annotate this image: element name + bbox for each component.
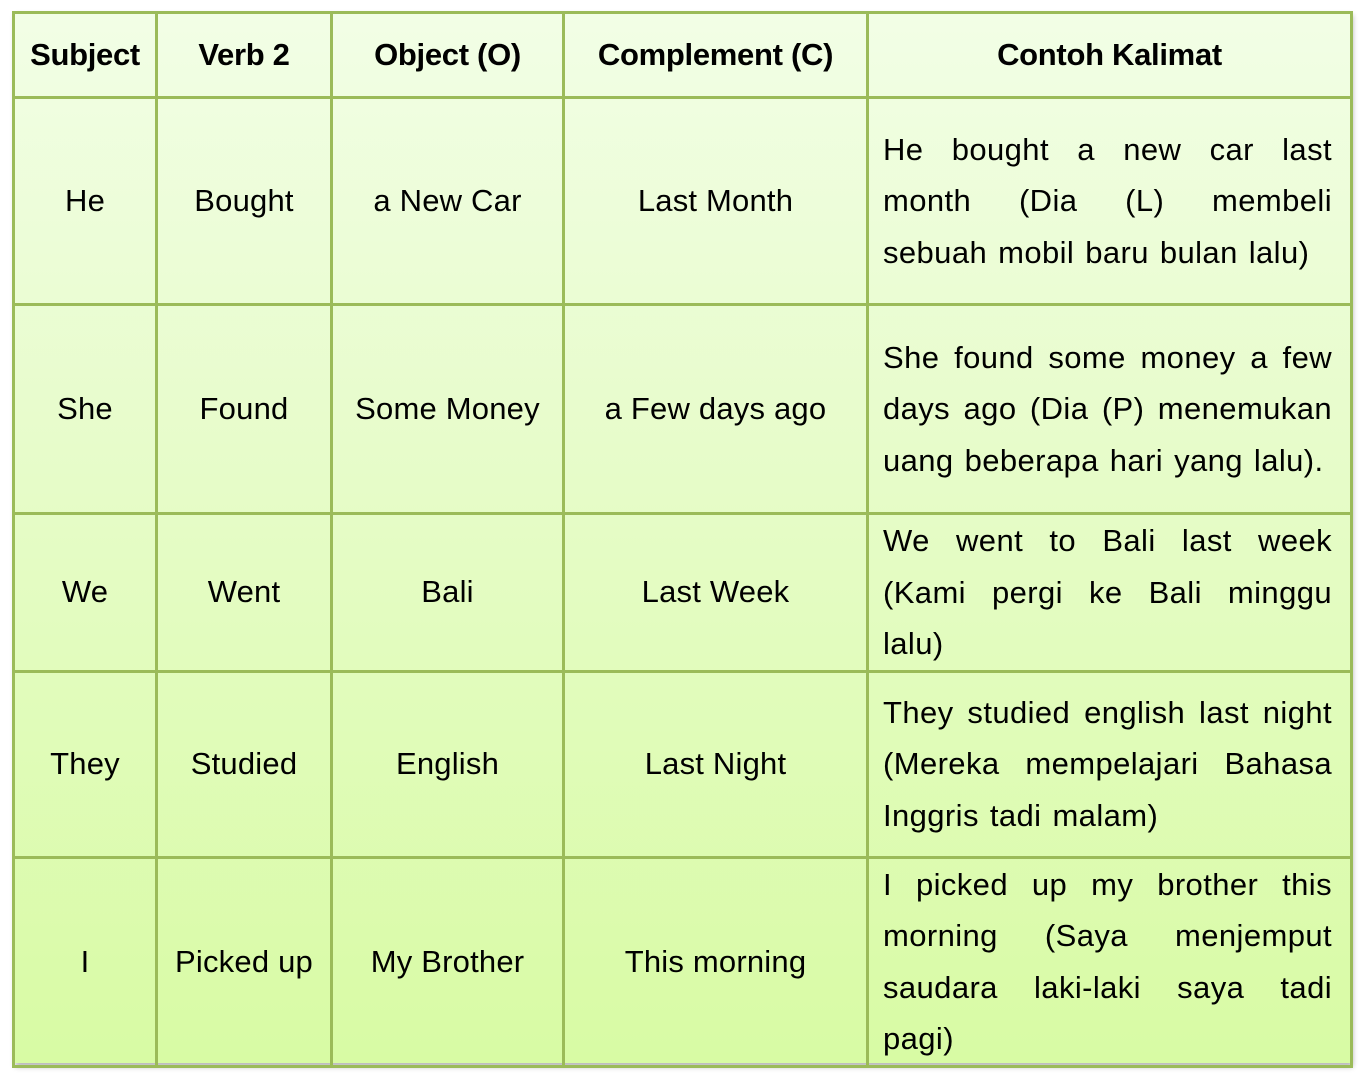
cell-verb: Found — [155, 303, 333, 515]
cell-subject: I — [12, 855, 158, 1068]
cell-object: a New Car — [330, 96, 565, 306]
header-subject: Subject — [12, 11, 158, 99]
header-object: Object (O) — [330, 11, 565, 99]
cell-subject: They — [12, 669, 158, 859]
cell-complement: Last Week — [562, 512, 869, 673]
cell-complement: This morning — [562, 855, 869, 1068]
grammar-table-container: Subject Verb 2 Object (O) Complement (C)… — [12, 11, 1353, 1068]
cell-example: She found some money a few days ago (Dia… — [866, 303, 1353, 515]
cell-object: Some Money — [330, 303, 565, 515]
header-verb-2: Verb 2 — [155, 11, 333, 99]
cell-example: I picked up my brother this morning (Say… — [866, 855, 1353, 1068]
cell-example: He bought a new car last month (Dia (L) … — [866, 96, 1353, 306]
cell-complement: Last Month — [562, 96, 869, 306]
header-row: Subject Verb 2 Object (O) Complement (C)… — [12, 11, 1353, 99]
simple-past-tense-table: Subject Verb 2 Object (O) Complement (C)… — [12, 11, 1353, 1068]
cell-subject: We — [12, 512, 158, 673]
header-example-sentence: Contoh Kalimat — [866, 11, 1353, 99]
cell-example: We went to Bali last week (Kami pergi ke… — [866, 512, 1353, 673]
table-row: She Found Some Money a Few days ago She … — [12, 303, 1353, 515]
cell-complement: Last Night — [562, 669, 869, 859]
cell-verb: Studied — [155, 669, 333, 859]
cell-object: English — [330, 669, 565, 859]
cell-subject: He — [12, 96, 158, 306]
cell-subject: She — [12, 303, 158, 515]
cell-verb: Bought — [155, 96, 333, 306]
cell-verb: Picked up — [155, 855, 333, 1068]
table-row: We Went Bali Last Week We went to Bali l… — [12, 512, 1353, 673]
cell-object: My Brother — [330, 855, 565, 1068]
table-row: I Picked up My Brother This morning I pi… — [12, 855, 1353, 1068]
header-complement: Complement (C) — [562, 11, 869, 99]
cell-verb: Went — [155, 512, 333, 673]
table-row: They Studied English Last Night They stu… — [12, 669, 1353, 859]
cell-complement: a Few days ago — [562, 303, 869, 515]
cell-object: Bali — [330, 512, 565, 673]
cell-example: They studied english last night (Mereka … — [866, 669, 1353, 859]
table-row: He Bought a New Car Last Month He bought… — [12, 96, 1353, 306]
